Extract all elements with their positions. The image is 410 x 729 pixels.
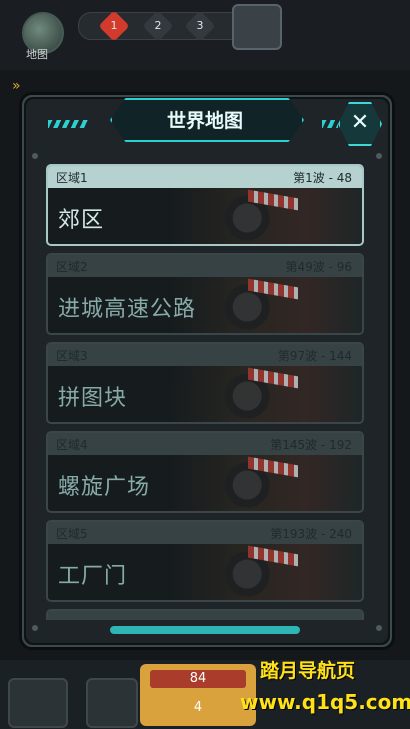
resource-counter[interactable]: 84 4 bbox=[140, 664, 256, 726]
region-card[interactable]: 区域2 第49波 - 96 进城高速公路 bbox=[46, 253, 364, 335]
region-card[interactable]: 区域4 第145波 - 192 螺旋广场 bbox=[46, 431, 364, 513]
counter-bottom-value: 4 bbox=[193, 700, 203, 715]
region-code: 区域5 bbox=[56, 527, 88, 541]
watermark-title: 踏月导航页 bbox=[260, 660, 356, 682]
stage-node-1[interactable]: 1 bbox=[98, 10, 130, 42]
watermark-url: www.q1q5.com bbox=[240, 690, 410, 714]
region-name: 郊区 bbox=[58, 208, 105, 233]
region-waves: 第145波 - 192 bbox=[270, 438, 352, 452]
counter-top-value: 84 bbox=[150, 670, 246, 688]
region-code: 区域3 bbox=[56, 349, 88, 363]
region-header: 区域1 第1波 - 48 bbox=[48, 166, 362, 188]
region-card[interactable]: 区域3 第97波 - 144 拼图块 bbox=[46, 342, 364, 424]
region-artwork bbox=[168, 188, 362, 244]
region-name: 工厂门 bbox=[58, 564, 128, 589]
region-header: 区域5 第193波 - 240 bbox=[48, 522, 362, 544]
region-header: 区域2 第49波 - 96 bbox=[48, 255, 362, 277]
region-name: 螺旋广场 bbox=[58, 475, 151, 500]
close-icon: ✕ bbox=[350, 110, 370, 135]
region-waves: 第97波 - 144 bbox=[277, 349, 352, 363]
reward-chest-icon[interactable] bbox=[232, 4, 282, 50]
shop-cart-icon[interactable] bbox=[8, 678, 68, 728]
region-artwork bbox=[168, 544, 362, 600]
bolt-icon bbox=[376, 625, 382, 631]
bolt-icon bbox=[376, 153, 382, 159]
bolt-icon bbox=[32, 625, 38, 631]
region-header: 区域3 第97波 - 144 bbox=[48, 344, 362, 366]
region-code: 区域1 bbox=[56, 171, 88, 185]
stage-node-3-label: 3 bbox=[196, 19, 204, 32]
map-button-label: 地图 bbox=[26, 48, 48, 61]
region-waves: 第193波 - 240 bbox=[270, 527, 352, 541]
stage-node-3[interactable]: 3 bbox=[184, 10, 216, 42]
expand-arrow-icon[interactable]: » bbox=[12, 78, 34, 96]
list-scrollbar[interactable] bbox=[110, 626, 300, 634]
region-waves: 第49波 - 96 bbox=[285, 260, 353, 274]
region-waves: 第1波 - 48 bbox=[293, 171, 352, 185]
bolt-icon bbox=[32, 153, 38, 159]
stripe-decoration bbox=[322, 120, 338, 128]
region-name: 进城高速公路 bbox=[58, 297, 197, 322]
region-list[interactable]: 区域1 第1波 - 48 郊区 区域2 第49波 - 96 进城高速公路 区域3… bbox=[46, 164, 364, 620]
region-artwork bbox=[168, 366, 362, 422]
region-header bbox=[48, 611, 362, 620]
stage-node-2-label: 2 bbox=[154, 19, 162, 32]
region-code: 区域2 bbox=[56, 260, 88, 274]
region-card[interactable] bbox=[46, 609, 364, 620]
region-card[interactable]: 区域5 第193波 - 240 工厂门 bbox=[46, 520, 364, 602]
region-name: 拼图块 bbox=[58, 386, 128, 411]
stage-node-2[interactable]: 2 bbox=[142, 10, 174, 42]
cards-icon[interactable] bbox=[86, 678, 138, 728]
region-card[interactable]: 区域1 第1波 - 48 郊区 bbox=[46, 164, 364, 246]
region-artwork bbox=[168, 277, 362, 333]
stage-node-1-label: 1 bbox=[110, 19, 118, 32]
region-artwork bbox=[168, 455, 362, 511]
region-header: 区域4 第145波 - 192 bbox=[48, 433, 362, 455]
region-code: 区域4 bbox=[56, 438, 88, 452]
stage-track: 1 2 3 bbox=[78, 10, 250, 42]
dialog-title: 世界地图 bbox=[166, 110, 243, 132]
stripe-decoration bbox=[48, 120, 88, 128]
